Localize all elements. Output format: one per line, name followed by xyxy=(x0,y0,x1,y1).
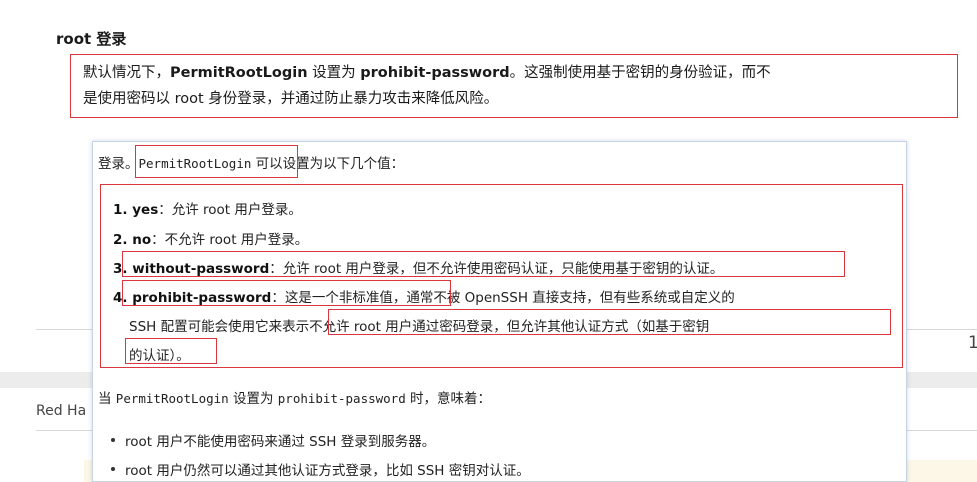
popup-summary: 当 PermitRootLogin 设置为 prohibit-password … xyxy=(98,387,491,407)
note-box: 默认情况下，PermitRootLogin 设置为 prohibit-passw… xyxy=(70,54,958,118)
summary-text: 设置为 xyxy=(228,391,278,407)
intro-text: 登录。 xyxy=(98,156,139,172)
item-number: 1. xyxy=(113,202,133,218)
bullet-item: root 用户仍然可以通过其他认证方式登录，比如 SSH 密钥对认证。 xyxy=(125,463,530,479)
bullet-dot xyxy=(111,438,115,442)
highlight-box xyxy=(122,280,451,306)
item-term: yes xyxy=(132,202,159,218)
brand-text: Red Ha xyxy=(36,403,87,419)
note-line-1: 默认情况下，PermitRootLogin 设置为 prohibit-passw… xyxy=(83,60,945,86)
section-heading: root 登录 xyxy=(56,30,127,48)
item-term: no xyxy=(132,232,152,248)
summary-code: prohibit-password xyxy=(277,391,406,406)
note-text: 默认情况下， xyxy=(83,65,170,81)
note-bold-term: PermitRootLogin xyxy=(170,65,308,81)
note-line-2: 是使用密码以 root 身份登录，并通过防止暴力攻击来降低风险。 xyxy=(83,91,499,107)
page-number: 1 xyxy=(968,333,977,353)
summary-code: PermitRootLogin xyxy=(115,391,229,406)
item-desc: ：允许 root 用户登录。 xyxy=(158,202,302,218)
list-item: 1. yes：允许 root 用户登录。 xyxy=(113,198,302,218)
list-item: 2. no：不允许 root 用户登录。 xyxy=(113,228,308,248)
note-text: 。这强制使用基于密钥的身份验证，而不 xyxy=(509,65,771,81)
note-text: 设置为 xyxy=(307,65,361,81)
item-number: 2. xyxy=(113,232,133,248)
note-bold-term: prohibit-password xyxy=(360,65,510,81)
highlight-box xyxy=(328,309,891,335)
bullet-item: root 用户不能使用密码来通过 SSH 登录到服务器。 xyxy=(125,434,436,450)
item-desc: SSH 配置可能会使用它来 xyxy=(129,319,283,335)
explanation-popup: 登录。PermitRootLogin 可以设置为以下几个值： 1. yes：允许… xyxy=(92,141,907,482)
highlight-box xyxy=(135,145,298,178)
bullet-dot xyxy=(111,467,115,471)
item-desc: 通常不被 OpenSSH 直接支持，但有些系统或自定义的 xyxy=(406,290,735,306)
summary-text: 当 xyxy=(98,391,116,407)
highlight-box xyxy=(122,251,845,277)
highlight-box xyxy=(125,338,217,364)
summary-text: 时，意味着： xyxy=(405,391,492,407)
item-desc: ：不允许 root 用户登录。 xyxy=(151,232,309,248)
